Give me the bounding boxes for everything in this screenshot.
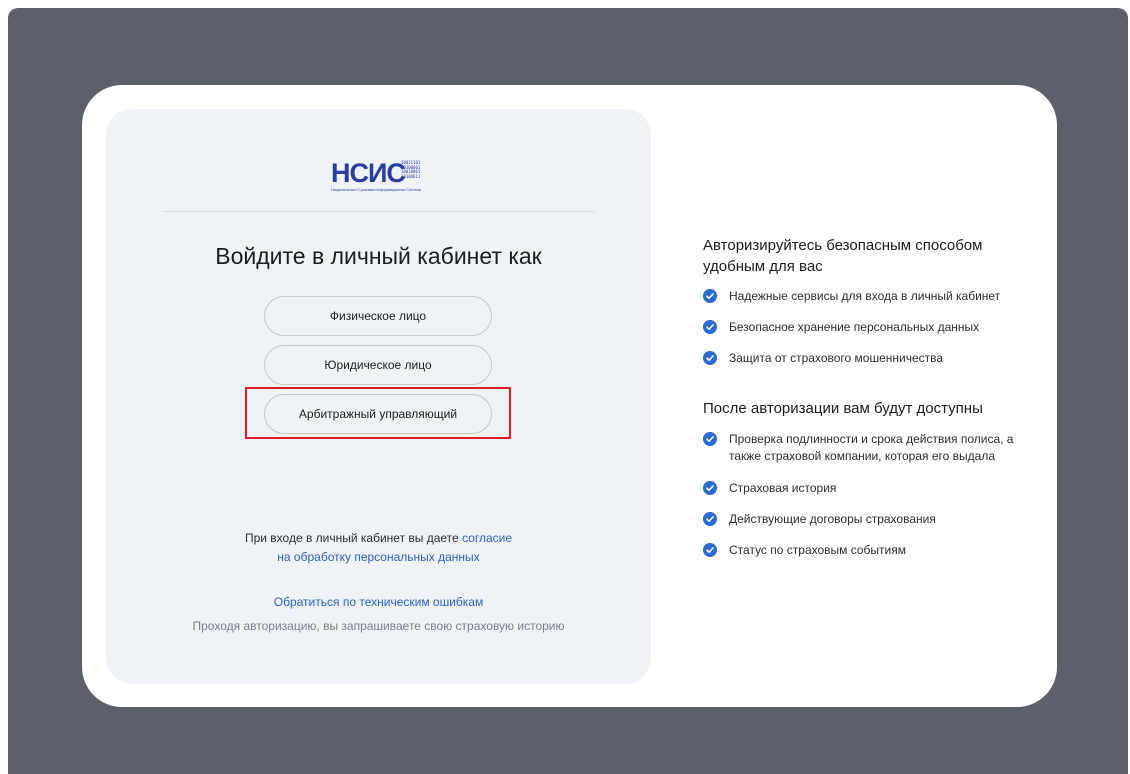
login-panel: НСИС 10011101 10100001 10010001 10100011… — [106, 109, 651, 684]
logo-subtitle: Национальная Страховая Информационная Си… — [331, 188, 421, 192]
feature-item: Страховая история — [703, 480, 1043, 497]
feature-item: Действующие договоры страхования — [703, 511, 1043, 528]
check-circle-icon — [703, 351, 717, 365]
logo-wordmark: НСИС — [331, 158, 406, 188]
legal-entity-button[interactable]: Юридическое лицо — [264, 345, 492, 385]
history-note: Проходя авторизацию, вы запрашиваете сво… — [192, 619, 565, 633]
feature-item: Безопасное хранение персональных данных — [703, 319, 1043, 336]
feature-item: Статус по страховым событиям — [703, 542, 1043, 559]
highlight-box — [245, 387, 511, 439]
security-title: Авторизируйтесь безопасным способом удоб… — [703, 237, 983, 275]
check-circle-icon — [703, 289, 717, 303]
check-circle-icon — [703, 543, 717, 557]
divider — [163, 211, 595, 212]
consent-text: При входе в личный кабинет вы даете согл… — [244, 531, 513, 564]
check-circle-icon — [703, 512, 717, 526]
check-circle-icon — [703, 481, 717, 495]
login-card: НСИС 10011101 10100001 10010001 10100011… — [82, 85, 1057, 707]
check-circle-icon — [703, 320, 717, 334]
feature-item: Надежные сервисы для входа в личный каби… — [703, 288, 1043, 305]
check-circle-icon — [703, 432, 717, 446]
consent-link[interactable]: согласие — [462, 531, 512, 545]
available-title: После авторизации вам будут доступны — [703, 400, 983, 417]
login-heading: Войдите в личный кабинет как — [215, 243, 542, 269]
feature-item: Проверка подлинности и срока действия по… — [703, 431, 1043, 465]
personal-data-link[interactable]: на обработку персональных данных — [277, 550, 479, 564]
tech-support-link[interactable]: Обратиться по техническим ошибкам — [106, 595, 651, 609]
feature-item: Защита от страхового мошенничества — [703, 350, 1043, 367]
nsis-logo: НСИС 10011101 10100001 10010001 10100011… — [331, 157, 441, 197]
logo-binary: 10011101 10100001 10010001 10100011 — [401, 160, 421, 179]
individual-button[interactable]: Физическое лицо — [264, 296, 492, 336]
